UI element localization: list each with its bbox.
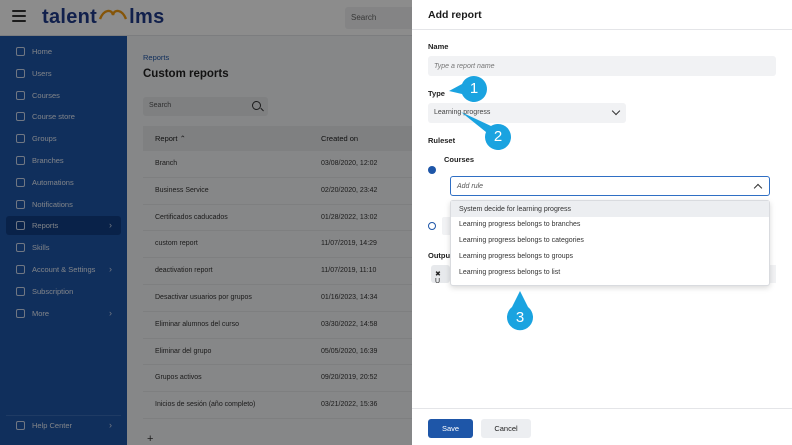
report-name-input[interactable] xyxy=(428,56,776,76)
rule-option[interactable]: System decide for learning progress xyxy=(451,201,769,217)
add-rule-placeholder: Add rule xyxy=(457,183,484,190)
callout-number-3: 3 xyxy=(515,309,525,326)
type-label: Type xyxy=(428,89,445,98)
rule-option[interactable]: Learning progress belongs to categories xyxy=(451,233,769,249)
ruleset-radio-courses[interactable] xyxy=(428,166,436,174)
type-select-value: Learning progress xyxy=(434,109,491,116)
rule-option[interactable]: Learning progress belongs to groups xyxy=(451,248,769,264)
drawer-title: Add report xyxy=(428,9,482,21)
ruleset-label: Ruleset xyxy=(428,136,456,145)
type-select[interactable]: Learning progress xyxy=(428,103,626,123)
output-label: Outpu xyxy=(428,251,451,260)
chevron-down-icon xyxy=(611,106,621,116)
output-field-edge xyxy=(769,265,776,283)
callout-badge-1: 1 xyxy=(449,76,487,102)
output-chip[interactable]: ✖ U xyxy=(431,265,450,285)
rule-option[interactable]: Learning progress belongs to branches xyxy=(451,217,769,233)
ruleset-radio-second[interactable] xyxy=(428,222,436,230)
callout-badge-2: 2 xyxy=(461,112,511,150)
add-rule-select[interactable]: Add rule xyxy=(450,176,770,196)
chip-text: U xyxy=(435,278,441,285)
chip-remove-icon[interactable]: ✖ xyxy=(435,271,441,278)
chevron-up-icon xyxy=(753,183,763,193)
courses-label: Courses xyxy=(444,155,475,164)
callout-badge-3: 3 xyxy=(507,291,533,331)
rule-option[interactable]: Learning progress belongs to list xyxy=(451,264,769,280)
modal-overlay[interactable] xyxy=(0,0,412,445)
cancel-button[interactable]: Cancel xyxy=(481,419,531,438)
drawer-header: Add report xyxy=(412,0,792,30)
add-report-drawer: Add report Name Type Learning progress R… xyxy=(412,0,792,445)
save-button[interactable]: Save xyxy=(428,419,473,438)
drawer-footer: Save Cancel xyxy=(412,408,792,445)
callout-number-2: 2 xyxy=(493,128,503,145)
rule-options-dropdown: System decide for learning progress Learn… xyxy=(450,200,770,286)
name-label: Name xyxy=(428,42,449,51)
callout-number-1: 1 xyxy=(469,80,479,97)
